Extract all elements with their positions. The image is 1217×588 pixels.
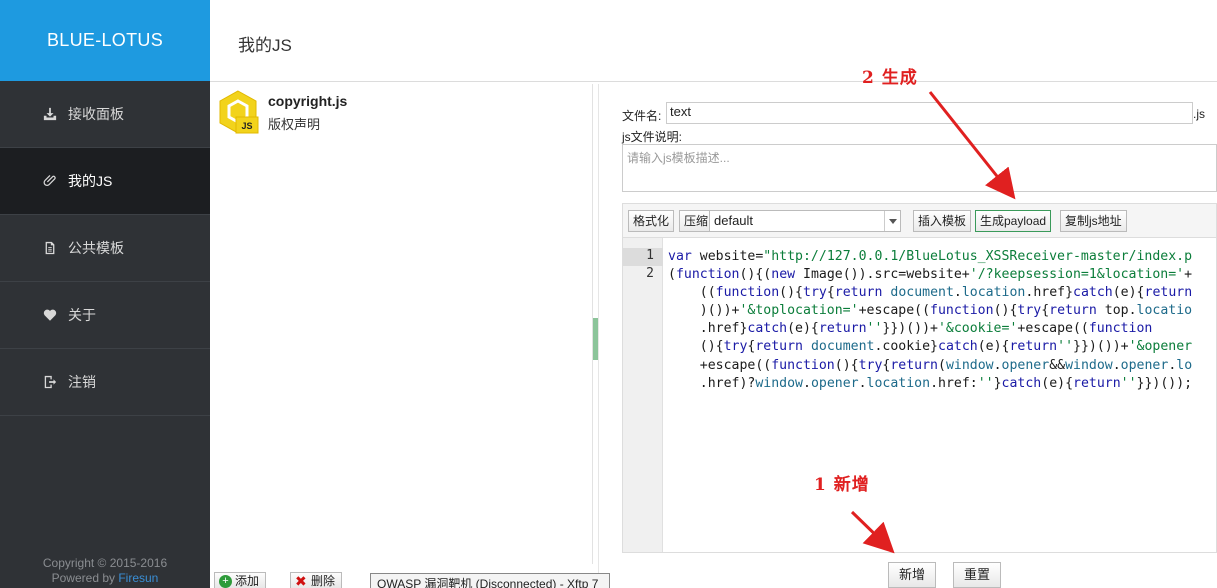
list-item[interactable]: JS copyright.js 版权声明 <box>218 89 588 139</box>
sidebar-item-logout[interactable]: 注销 <box>0 349 210 416</box>
template-select-value: default <box>714 213 754 228</box>
generate-payload-button[interactable]: 生成payload <box>975 210 1052 232</box>
js-description-label: js文件说明: <box>622 130 683 144</box>
page-header: 我的JS <box>210 0 1217 82</box>
sidebar-item-label: 关于 <box>68 307 96 323</box>
add-js-label: 添加 <box>235 574 260 588</box>
sidebar-item-receive-panel[interactable]: 接收面板 <box>0 81 210 148</box>
js-file-list: JS copyright.js 版权声明 <box>212 84 593 564</box>
taskbar-tooltip: OWASP 漏洞靶机 (Disconnected) - Xftp 7 <box>370 573 610 588</box>
page-title: 我的JS <box>238 36 292 55</box>
plus-circle-icon: + <box>219 575 232 588</box>
copyright-text: Copyright © 2015-2016 <box>42 556 168 570</box>
reset-button[interactable]: 重置 <box>953 562 1002 588</box>
template-select[interactable]: default <box>709 210 901 232</box>
paperclip-icon <box>42 173 58 189</box>
list-item-name: copyright.js <box>268 93 348 109</box>
document-icon <box>42 240 58 256</box>
delete-js-label: 删除 <box>311 574 336 588</box>
sidebar-item-label: 注销 <box>68 374 96 390</box>
panel-divider <box>598 84 599 588</box>
powered-by-line: Powered by Firesun <box>0 571 210 586</box>
filename-input[interactable]: text <box>666 102 1193 124</box>
insert-template-button[interactable]: 插入模板 <box>913 210 972 232</box>
copyright-footer: Copyright © 2015-2016 Powered by Firesun <box>0 556 210 588</box>
active-line-highlight <box>623 248 663 266</box>
chevron-down-icon <box>884 211 900 231</box>
list-item-text: copyright.js 版权声明 <box>268 93 347 139</box>
copy-js-url-button[interactable]: 复制js地址 <box>1060 210 1127 232</box>
sidebar-item-label: 我的JS <box>68 173 113 189</box>
filename-label: 文件名: <box>622 109 662 123</box>
editor-toolbar: 格式化 压缩 default 插入模板 生成payload 复制js地址 <box>622 203 1217 237</box>
add-js-button[interactable]: + 添加 <box>214 572 267 588</box>
format-button[interactable]: 格式化 <box>628 210 675 232</box>
sidebar-item-public-templates[interactable]: 公共模板 <box>0 215 210 282</box>
sidebar-item-label: 公共模板 <box>68 240 124 256</box>
powered-by-text: Powered by <box>51 571 115 585</box>
line-number-gutter: 1 2 <box>623 238 663 552</box>
js-editor-panel: 文件名: text .js js文件说明: 请输入js模板描述... 格式化 压… <box>612 90 1217 588</box>
brand-logo[interactable]: BLUE-LOTUS <box>0 0 210 81</box>
sidebar: BLUE-LOTUS 接收面板 我的JS 公共模板 关于 注销 Copyrigh… <box>0 0 210 588</box>
code-editor[interactable]: 1 2 var website="http://127.0.0.1/BlueLo… <box>622 237 1217 553</box>
logout-icon <box>42 374 58 390</box>
delete-x-icon: ✖ <box>295 573 307 588</box>
sidebar-item-label: 接收面板 <box>68 106 124 122</box>
compress-button[interactable]: 压缩 <box>679 210 714 232</box>
filename-extension: .js <box>1193 107 1205 121</box>
js-file-icon: JS <box>218 89 262 135</box>
download-tray-icon <box>42 106 58 122</box>
annotation-step-1: 1 新增 <box>814 475 870 495</box>
delete-js-button[interactable]: ✖ 删除 <box>290 572 343 588</box>
sidebar-item-about[interactable]: 关于 <box>0 282 210 349</box>
line-number: 1 <box>646 248 654 263</box>
sidebar-item-my-js[interactable]: 我的JS <box>0 148 210 215</box>
js-badge-label: JS <box>241 121 252 131</box>
add-button[interactable]: 新增 <box>888 562 937 588</box>
list-item-desc: 版权声明 <box>268 117 321 132</box>
js-description-textarea[interactable]: 请输入js模板描述... <box>622 144 1217 192</box>
line-number: 2 <box>646 266 654 281</box>
annotation-step-2: 2 生成 <box>862 68 918 88</box>
heart-icon <box>42 307 58 323</box>
code-content: var website="http://127.0.0.1/BlueLotus_… <box>668 249 1193 391</box>
firesun-link[interactable]: Firesun <box>118 571 158 585</box>
